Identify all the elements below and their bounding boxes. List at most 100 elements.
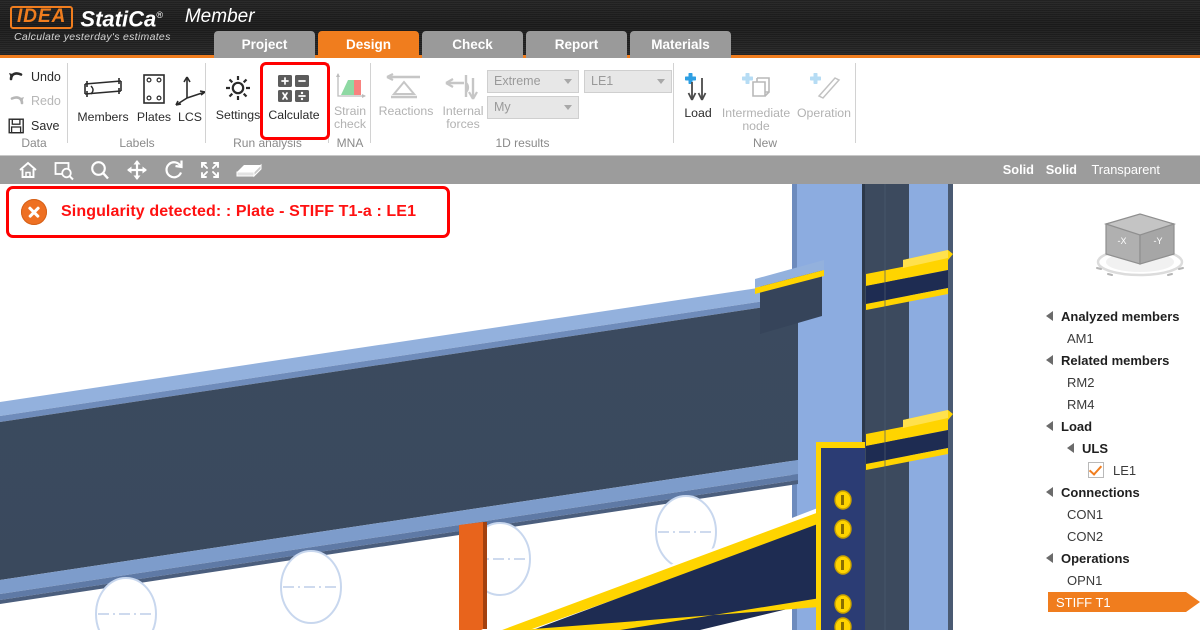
view-mode-transparent[interactable]: Transparent [1091,156,1160,184]
tree-item-le1[interactable]: LE1 [1040,459,1200,481]
settings-label: Settings [215,108,261,122]
save-button[interactable]: Save [8,118,60,134]
strain-check-label-2: check [333,117,367,131]
members-label: Members [77,110,129,124]
selection-arrow [1186,592,1200,612]
tab-materials[interactable]: Materials [630,31,731,58]
add-operation-icon [810,73,841,99]
tree-label: Operations [1061,550,1130,566]
view-toolbar: Solid Solid Transparent Wireframe [0,156,1200,184]
ribbon-group-label-new: New [752,136,777,150]
error-message: Singularity detected: : Plate - STIFF T1… [61,203,417,220]
tree-item-rm2[interactable]: RM2 [1040,371,1200,393]
lcs-button[interactable]: LCS [174,72,206,124]
tree-label: STIFF T1 [1056,594,1111,610]
new-load-button[interactable]: Load [678,72,718,120]
tab-report[interactable]: Report [526,31,627,58]
tab-design[interactable]: Design [318,31,419,58]
internal-forces-label-2: forces [446,117,480,131]
tree-item-related-members[interactable]: Related members [1040,349,1200,371]
error-banner[interactable]: Singularity detected: : Plate - STIFF T1… [6,186,450,238]
ribbon-group-label-mna: MNA [336,136,364,150]
new-operation-button[interactable]: Operation [794,72,854,120]
loadcase-checkbox[interactable] [1088,462,1104,478]
view-mode-solid-2[interactable]: Solid [1046,156,1077,184]
navigation-cube[interactable]: -X -Y [1088,198,1192,282]
redo-arrow-icon [10,96,24,105]
reactions-label: Reactions [378,104,434,118]
collapse-triangle-icon[interactable] [1046,311,1053,321]
tree-item-rm4[interactable]: RM4 [1040,393,1200,415]
fit-to-screen-icon[interactable] [198,159,222,181]
logo-idea: IDEA [10,5,74,29]
group-divider [855,63,856,143]
registered-mark: ® [156,10,163,20]
extreme-dropdown[interactable]: Extreme [487,70,579,93]
rotate-icon[interactable] [162,159,186,181]
add-node-icon [742,73,770,97]
new-intermediate-node-button[interactable]: Intermediate node [718,72,794,133]
model-viewport-3d[interactable] [0,184,1200,630]
tree-item-am1[interactable]: AM1 [1040,327,1200,349]
tab-project[interactable]: Project [214,31,315,58]
new-intermediate-node-label-1: Intermediate [721,106,791,120]
ribbon-group-1d-results: Reactions Internal forces Extreme My LE1… [371,58,674,154]
reactions-button[interactable]: Reactions [373,72,439,118]
internal-forces-icon [445,75,478,100]
ribbon-toolbar: Undo Redo Save Data Members Plates LCS L… [0,58,1200,156]
calculate-button[interactable]: Calculate [262,72,326,122]
beam-icon [84,78,122,97]
tree-item-connections[interactable]: Connections [1040,481,1200,503]
internal-forces-button[interactable]: Internal forces [439,72,487,131]
members-button[interactable]: Members [74,72,132,124]
strain-check-button[interactable]: Strain check [329,72,371,131]
tree-label: Connections [1061,484,1140,500]
view-mode-solid-1[interactable]: Solid [1003,156,1034,184]
zoom-icon[interactable] [88,159,112,181]
undo-button[interactable]: Undo [8,70,61,84]
redo-button[interactable]: Redo [8,94,61,108]
loadcase-dropdown-value: LE1 [591,74,614,88]
tree-item-uls[interactable]: ULS [1040,437,1200,459]
tree-item-con1[interactable]: CON1 [1040,503,1200,525]
component-dropdown[interactable]: My [487,96,579,119]
tree-label: RM2 [1067,374,1095,390]
tree-item-operations[interactable]: Operations [1040,547,1200,569]
zoom-window-icon[interactable] [52,159,76,181]
tree-label: AM1 [1067,330,1094,346]
extreme-dropdown-value: Extreme [494,74,541,88]
tree-item-analyzed-members[interactable]: Analyzed members [1040,305,1200,327]
ribbon-group-label-labels: Labels [119,136,155,150]
home-icon[interactable] [16,159,40,181]
tree-label: LE1 [1113,462,1137,478]
pan-icon[interactable] [125,159,149,181]
error-cross-icon [21,199,47,225]
ribbon-group-new: Load Intermediate node Operation New [674,58,856,154]
collapse-triangle-icon[interactable] [1046,421,1053,431]
tree-item-stiff-t1[interactable]: STIFF T1 [1040,591,1200,613]
ribbon-group-label-run-analysis: Run analysis [233,136,302,150]
box-view-icon[interactable] [234,159,264,181]
main-tabs: Project Design Check Report Materials [214,31,731,58]
new-load-label: Load [684,106,712,120]
collapse-triangle-icon[interactable] [1046,355,1053,365]
collapse-triangle-icon[interactable] [1046,487,1053,497]
redo-label: Redo [31,94,61,108]
loadcase-dropdown[interactable]: LE1 [584,70,672,93]
chevron-down-icon [564,79,572,84]
reactions-icon [386,73,420,99]
tree-item-opn1[interactable]: OPN1 [1040,569,1200,591]
tree-item-load[interactable]: Load [1040,415,1200,437]
collapse-triangle-icon[interactable] [1067,443,1074,453]
plate-icon [143,74,165,104]
tab-check[interactable]: Check [422,31,523,58]
collapse-triangle-icon[interactable] [1046,553,1053,563]
axes-icon [175,76,206,106]
model-tree: Analyzed members AM1 Related members RM2… [1040,305,1200,613]
settings-button[interactable]: Settings [210,72,266,122]
strain-check-label-1: Strain [333,104,367,118]
plates-button[interactable]: Plates [132,72,176,124]
undo-arrow-icon [9,72,23,81]
tree-item-con2[interactable]: CON2 [1040,525,1200,547]
undo-label: Undo [31,70,61,84]
